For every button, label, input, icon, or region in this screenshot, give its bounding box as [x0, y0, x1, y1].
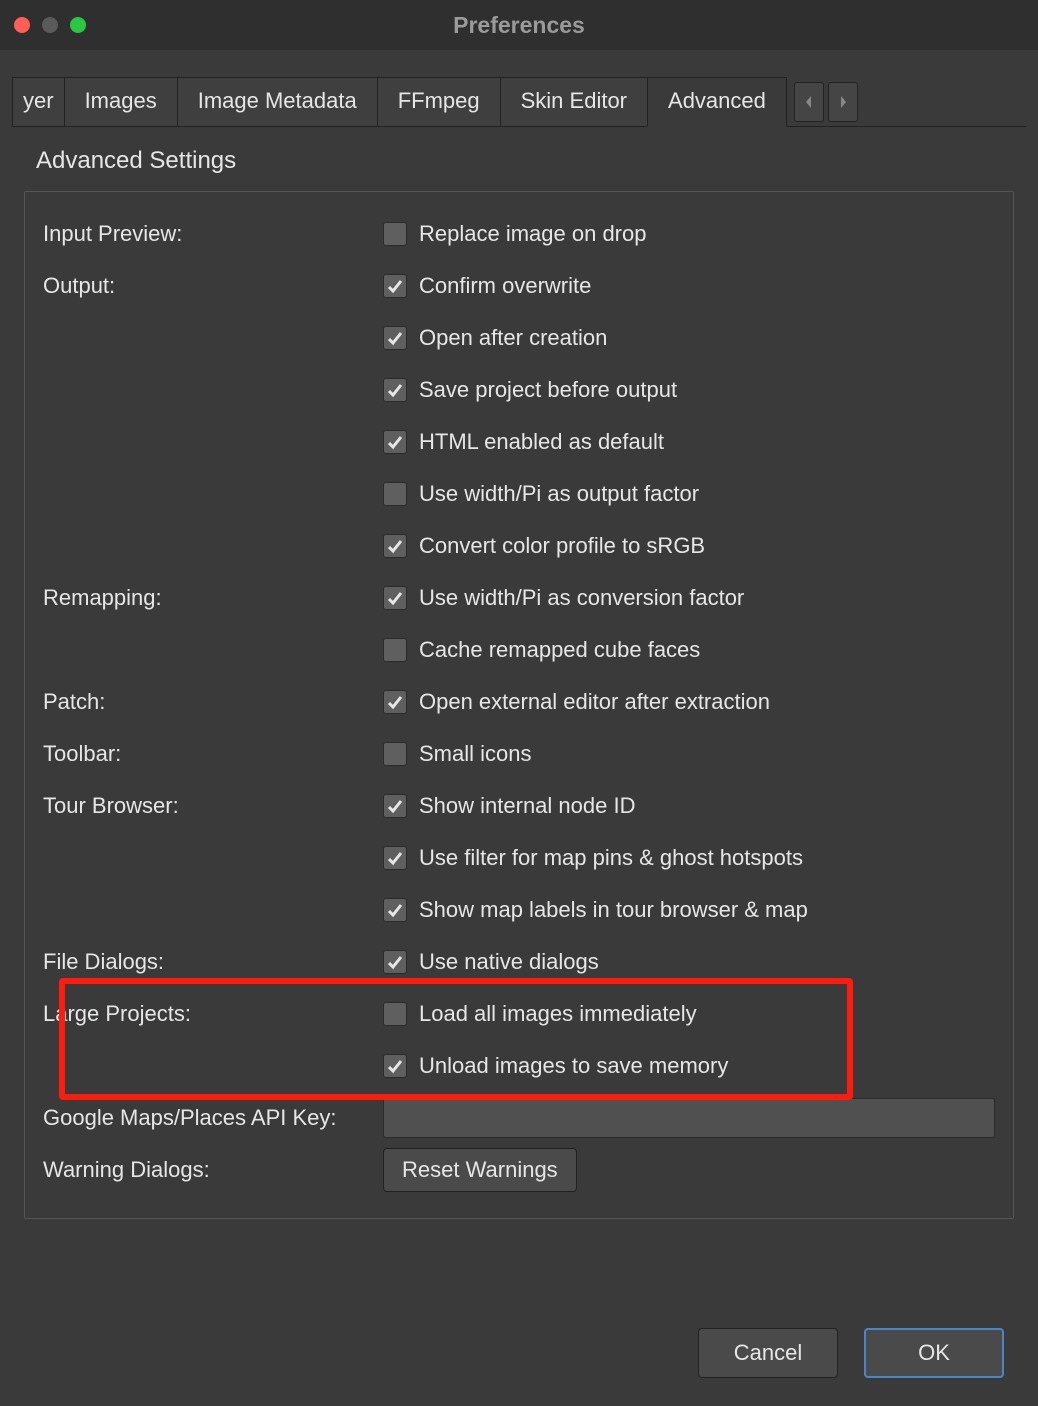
label-tour-browser: Tour Browser:: [43, 793, 383, 819]
window-title: Preferences: [0, 12, 1038, 39]
tab-label: Images: [85, 88, 157, 113]
checkbox-filter-map-pins[interactable]: [383, 846, 407, 870]
label-warning-dialogs: Warning Dialogs:: [43, 1157, 383, 1183]
option-unload-images[interactable]: Unload images to save memory: [419, 1053, 728, 1079]
tab-label: Advanced: [668, 88, 766, 113]
option-width-pi-conversion[interactable]: Use width/Pi as conversion factor: [419, 585, 744, 611]
checkbox-native-dialogs[interactable]: [383, 950, 407, 974]
checkbox-open-external-editor[interactable]: [383, 690, 407, 714]
option-small-icons[interactable]: Small icons: [419, 741, 531, 767]
option-replace-image[interactable]: Replace image on drop: [419, 221, 646, 247]
section-title: Advanced Settings: [24, 141, 1014, 191]
tab-label: yer: [23, 88, 54, 113]
api-key-input[interactable]: [383, 1098, 995, 1138]
tab-label: Image Metadata: [198, 88, 357, 113]
option-native-dialogs[interactable]: Use native dialogs: [419, 949, 599, 975]
tab-scroll-left-button[interactable]: [794, 82, 824, 122]
checkbox-open-after-creation[interactable]: [383, 326, 407, 350]
window-controls: [14, 17, 86, 33]
checkbox-width-pi-conversion[interactable]: [383, 586, 407, 610]
checkbox-small-icons[interactable]: [383, 742, 407, 766]
checkbox-width-pi-output[interactable]: [383, 482, 407, 506]
advanced-settings-group: Input Preview: Replace image on drop Out…: [24, 191, 1014, 1219]
label-output: Output:: [43, 273, 383, 299]
checkbox-convert-srgb[interactable]: [383, 534, 407, 558]
close-icon[interactable]: [14, 17, 30, 33]
label-toolbar: Toolbar:: [43, 741, 383, 767]
checkbox-load-all-images[interactable]: [383, 1002, 407, 1026]
label-patch: Patch:: [43, 689, 383, 715]
dialog-footer: Cancel OK: [698, 1328, 1004, 1378]
tab-skin-editor[interactable]: Skin Editor: [500, 77, 648, 127]
reset-warnings-button[interactable]: Reset Warnings: [383, 1148, 577, 1192]
label-input-preview: Input Preview:: [43, 221, 383, 247]
option-cache-cube-faces[interactable]: Cache remapped cube faces: [419, 637, 700, 663]
option-load-all-images[interactable]: Load all images immediately: [419, 1001, 697, 1027]
option-convert-srgb[interactable]: Convert color profile to sRGB: [419, 533, 705, 559]
content-area: Advanced Settings Input Preview: Replace…: [0, 127, 1038, 1219]
zoom-icon[interactable]: [70, 17, 86, 33]
option-show-map-labels[interactable]: Show map labels in tour browser & map: [419, 897, 808, 923]
tab-image-metadata[interactable]: Image Metadata: [177, 77, 378, 127]
checkbox-unload-images[interactable]: [383, 1054, 407, 1078]
checkbox-show-map-labels[interactable]: [383, 898, 407, 922]
checkbox-html-default[interactable]: [383, 430, 407, 454]
tab-strip: yer Images Image Metadata FFmpeg Skin Ed…: [0, 50, 1038, 126]
label-api-key: Google Maps/Places API Key:: [43, 1105, 383, 1131]
minimize-icon: [42, 17, 58, 33]
option-open-after-creation[interactable]: Open after creation: [419, 325, 607, 351]
tab-fragment[interactable]: yer: [12, 77, 65, 127]
option-save-before-output[interactable]: Save project before output: [419, 377, 677, 403]
checkbox-show-node-id[interactable]: [383, 794, 407, 818]
checkbox-cache-cube-faces[interactable]: [383, 638, 407, 662]
checkbox-save-before-output[interactable]: [383, 378, 407, 402]
label-file-dialogs: File Dialogs:: [43, 949, 383, 975]
tab-advanced[interactable]: Advanced: [647, 77, 787, 127]
option-show-node-id[interactable]: Show internal node ID: [419, 793, 635, 819]
label-remapping: Remapping:: [43, 585, 383, 611]
cancel-button[interactable]: Cancel: [698, 1328, 838, 1378]
option-html-default[interactable]: HTML enabled as default: [419, 429, 664, 455]
titlebar: Preferences: [0, 0, 1038, 50]
option-confirm-overwrite[interactable]: Confirm overwrite: [419, 273, 591, 299]
ok-button[interactable]: OK: [864, 1328, 1004, 1378]
tab-scroll-right-button[interactable]: [828, 82, 858, 122]
option-filter-map-pins[interactable]: Use filter for map pins & ghost hotspots: [419, 845, 803, 871]
checkbox-replace-image[interactable]: [383, 222, 407, 246]
tab-label: Skin Editor: [521, 88, 627, 113]
option-width-pi-output[interactable]: Use width/Pi as output factor: [419, 481, 699, 507]
tab-ffmpeg[interactable]: FFmpeg: [377, 77, 501, 127]
label-large-projects: Large Projects:: [43, 1001, 383, 1027]
checkbox-confirm-overwrite[interactable]: [383, 274, 407, 298]
tab-images[interactable]: Images: [64, 77, 178, 127]
tab-label: FFmpeg: [398, 88, 480, 113]
option-open-external-editor[interactable]: Open external editor after extraction: [419, 689, 770, 715]
